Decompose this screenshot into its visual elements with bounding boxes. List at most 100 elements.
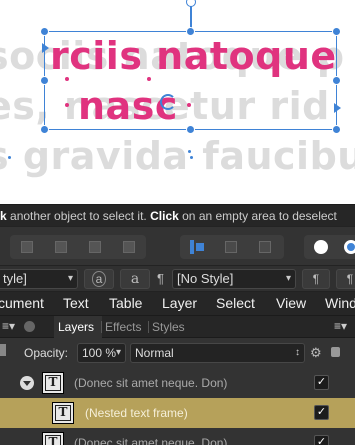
arrange-button-group [10,235,146,259]
hidden-character-marker [188,150,191,153]
resize-handle-top-right[interactable] [332,27,341,36]
fill-color-icon[interactable] [314,240,328,254]
move-to-back-button[interactable] [10,235,44,259]
move-back-one-button[interactable] [44,235,78,259]
opacity-label: Opacity: [24,346,69,360]
tab-divider [101,321,102,333]
opacity-value: 100 % [82,346,117,360]
align-right-icon [259,241,271,253]
pilcrow-icon: ¶ [312,272,320,286]
lock-icon[interactable] [331,347,340,357]
paragraph-style-create-button[interactable]: ¶ [336,269,355,289]
menu-text[interactable]: Text [63,295,89,311]
text-frame-icon: T [45,375,61,391]
circled-a-icon: a [91,271,107,287]
layer-thumbnail: T [42,372,64,394]
text-frame-icon: T [55,405,71,421]
resize-handle-right[interactable] [332,76,341,85]
menu-table[interactable]: Table [109,295,142,311]
rotation-handle[interactable] [186,0,196,7]
align-center-button[interactable] [214,235,248,259]
paragraph-style-select[interactable]: [No Style] ▾ [172,269,296,289]
context-hint-bar: k another object to select it. Click on … [0,204,355,226]
tab-effects[interactable]: Effects [105,320,141,334]
move-forward-one-button[interactable] [78,235,112,259]
layer-row[interactable]: T (Donec sit amet neque. Don) ✓ [0,428,355,445]
expand-toggle-icon[interactable] [20,376,34,390]
align-right-button[interactable] [248,235,282,259]
layer-visibility-checkbox[interactable]: ✓ [314,405,329,420]
stroke-color-icon[interactable] [344,240,355,254]
chevron-down-icon: ▾ [285,273,291,284]
hidden-character-marker [190,156,193,159]
text-flow-out-port-icon[interactable] [334,103,341,113]
a-icon: a [130,271,140,287]
align-left-icon [190,240,194,254]
move-forward-icon [89,241,101,253]
hint-text: on an empty area to deselect [178,209,337,223]
pilcrow-icon: ¶ [346,272,354,286]
resize-handle-top[interactable] [186,27,195,36]
menu-window[interactable]: Wind [325,295,355,311]
align-button-group [180,235,284,259]
layer-thumbnail: T [42,432,64,445]
tab-styles[interactable]: Styles [152,320,185,334]
resize-handle-top-left[interactable] [40,27,49,36]
layer-opacity-row: Opacity: 100 % ▾ Normal ↕ ⚙ [0,338,355,368]
layer-name: (Nested text frame) [85,406,188,420]
trash-icon[interactable] [0,344,6,356]
chevron-updown-icon: ↕ [295,347,300,358]
layer-visibility-checkbox[interactable]: ✓ [314,375,329,390]
resize-handle-left[interactable] [40,76,49,85]
layer-name: (Donec sit amet neque. Don) [74,436,228,445]
paragraph-style-value: [No Style] [177,271,234,286]
layer-name: (Donec sit amet neque. Don) [74,376,228,390]
gear-icon[interactable]: ⚙ [310,345,322,361]
layer-thumbnail: T [52,402,74,424]
hint-bold: Click [150,209,179,223]
chevron-down-icon: ▾ [67,273,73,284]
text-frame-icon: T [45,435,61,445]
tab-divider [148,321,149,333]
hidden-character-marker [8,156,11,159]
document-canvas[interactable]: sociis natoque p es, nascetur rid s grav… [0,0,355,204]
hint-text: another object to select it. [6,209,151,223]
panel-tab-bar: ≡▾ Layers Effects Styles ≡▾ [0,316,355,338]
layer-row[interactable]: T (Donec sit amet neque. Don) ✓ [0,368,355,398]
paragraph-style-options-button[interactable]: ¶ [302,269,330,289]
menu-document[interactable]: cument [0,295,44,311]
menu-bar: cument Text Table Layer Select View Wind [0,292,355,316]
menu-layer[interactable]: Layer [162,295,197,311]
text-frame-selection-box[interactable] [44,31,337,130]
text-overflow-icon[interactable] [160,94,176,110]
menu-view[interactable]: View [276,295,306,311]
align-center-icon [225,241,237,253]
opacity-input[interactable]: 100 % ▾ [77,343,126,363]
character-style-create-button[interactable]: a [120,269,150,289]
align-left-button[interactable] [180,235,214,259]
move-back-icon [55,241,67,253]
resize-handle-bottom[interactable] [186,125,195,134]
move-to-front-icon [123,241,135,253]
character-style-options-button[interactable]: a [84,269,114,289]
close-panel-icon[interactable] [24,321,35,332]
hint-bold: k [0,209,7,223]
main-toolbar [0,226,355,266]
panel-options-icon[interactable]: ≡▾ [334,319,347,333]
panel-menu-icon[interactable]: ≡▾ [2,319,15,333]
layers-panel: Opacity: 100 % ▾ Normal ↕ ⚙ T (Donec sit… [0,338,355,445]
character-style-value: tyle] [3,271,27,286]
blend-mode-value: Normal [135,346,174,360]
character-style-select[interactable]: tyle] ▾ [0,269,78,289]
layer-row-selected[interactable]: T (Nested text frame) ✓ [0,398,355,428]
resize-handle-bottom-right[interactable] [332,125,341,134]
move-to-front-button[interactable] [112,235,146,259]
background-text-line: s gravida faucibu [0,134,355,178]
move-to-back-icon [21,241,33,253]
blend-mode-select[interactable]: Normal ↕ [130,343,305,363]
layer-visibility-checkbox[interactable]: ✓ [314,435,329,445]
tab-layers[interactable]: Layers [58,320,94,334]
menu-select[interactable]: Select [216,295,255,311]
text-flow-in-port-icon[interactable] [42,43,49,53]
resize-handle-bottom-left[interactable] [40,125,49,134]
